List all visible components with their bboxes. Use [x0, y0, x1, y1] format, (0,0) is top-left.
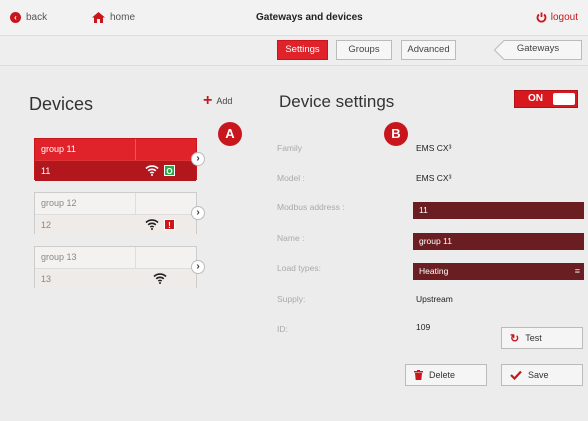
- device-settings-panel: Device settings ON Family EMS CX³ Model …: [267, 78, 588, 408]
- home-label: home: [110, 12, 136, 23]
- id-value: 109: [416, 322, 431, 332]
- power-icon: [536, 12, 547, 23]
- model-value: EMS CX³: [416, 173, 452, 183]
- device-card[interactable]: group 11 11 O: [34, 138, 197, 181]
- save-button[interactable]: Save: [501, 364, 583, 386]
- tab-gateways-label: Gateways: [516, 43, 560, 54]
- logout-button[interactable]: logout: [536, 12, 578, 23]
- tab-groups[interactable]: Groups: [336, 40, 392, 60]
- modbus-address-field[interactable]: 11: [413, 202, 584, 219]
- chevron-right-icon[interactable]: ›: [191, 260, 205, 274]
- name-field[interactable]: group 11: [413, 233, 584, 250]
- tab-advanced[interactable]: Advanced: [401, 40, 456, 60]
- tab-gateways[interactable]: Gateways: [494, 40, 582, 60]
- modbus-address-value: 11: [419, 205, 428, 215]
- device-card[interactable]: group 13 13: [34, 246, 197, 289]
- chevron-right-icon[interactable]: ›: [191, 152, 205, 166]
- model-label: Model :: [277, 173, 305, 183]
- load-types-value: Heating: [419, 266, 449, 276]
- device-group-name: group 12: [41, 198, 77, 208]
- name-label: Name :: [277, 233, 305, 243]
- tab-bar: Settings Groups Advanced Gateways: [0, 36, 588, 66]
- supply-value: Upstream: [416, 294, 453, 304]
- devices-title: Devices: [29, 94, 94, 114]
- devices-panel: Devices + Add group 11 11 O › group 12 1…: [17, 78, 249, 408]
- tab-settings[interactable]: Settings: [277, 40, 328, 60]
- logout-label: logout: [550, 12, 578, 23]
- name-value: group 11: [419, 236, 452, 246]
- checkmark-icon: [510, 370, 522, 380]
- modbus-address-label: Modbus address :: [277, 202, 345, 212]
- trash-icon: [414, 370, 423, 380]
- back-button[interactable]: ‹ back: [10, 12, 47, 23]
- callout-marker-a: A: [218, 122, 242, 146]
- save-label: Save: [528, 370, 549, 380]
- wifi-icon: [145, 219, 159, 230]
- chevron-right-icon[interactable]: ›: [191, 206, 205, 220]
- test-label: Test: [525, 333, 542, 343]
- page-title: Gateways and devices: [256, 12, 363, 23]
- back-arrow-icon: ‹: [10, 12, 21, 23]
- delete-button[interactable]: Delete: [405, 364, 487, 386]
- add-label: Add: [216, 96, 233, 106]
- delete-label: Delete: [429, 370, 456, 380]
- device-group-name: group 11: [41, 144, 76, 154]
- family-value: EMS CX³: [416, 143, 452, 153]
- test-button[interactable]: ↻ Test: [501, 327, 583, 349]
- plus-icon: +: [203, 92, 213, 109]
- wifi-icon: [145, 165, 159, 176]
- toggle-knob: [553, 93, 575, 105]
- home-icon: [92, 12, 105, 23]
- device-id: 12: [41, 220, 52, 230]
- device-id: 11: [41, 166, 51, 176]
- home-button[interactable]: home: [92, 12, 135, 23]
- menu-icon: ≡: [574, 266, 580, 276]
- on-off-toggle[interactable]: ON: [514, 90, 578, 108]
- load-types-select[interactable]: Heating ≡: [413, 263, 584, 280]
- device-id: 13: [41, 274, 52, 284]
- device-group-name: group 13: [41, 252, 77, 262]
- status-badge-ok: O: [164, 165, 175, 176]
- refresh-icon: ↻: [510, 332, 520, 345]
- back-label: back: [26, 12, 48, 23]
- load-types-label: Load types:: [277, 263, 321, 273]
- id-label: ID:: [277, 324, 288, 334]
- device-settings-title: Device settings: [279, 92, 395, 111]
- wifi-icon: [153, 273, 167, 284]
- device-card[interactable]: group 12 12 !: [34, 192, 197, 235]
- status-badge-error: !: [164, 219, 175, 230]
- supply-label: Supply:: [277, 294, 306, 304]
- family-label: Family: [277, 143, 303, 153]
- toggle-label: ON: [528, 93, 543, 104]
- add-device-button[interactable]: + Add: [203, 92, 233, 109]
- top-bar: ‹ back home Gateways and devices logout: [0, 0, 588, 36]
